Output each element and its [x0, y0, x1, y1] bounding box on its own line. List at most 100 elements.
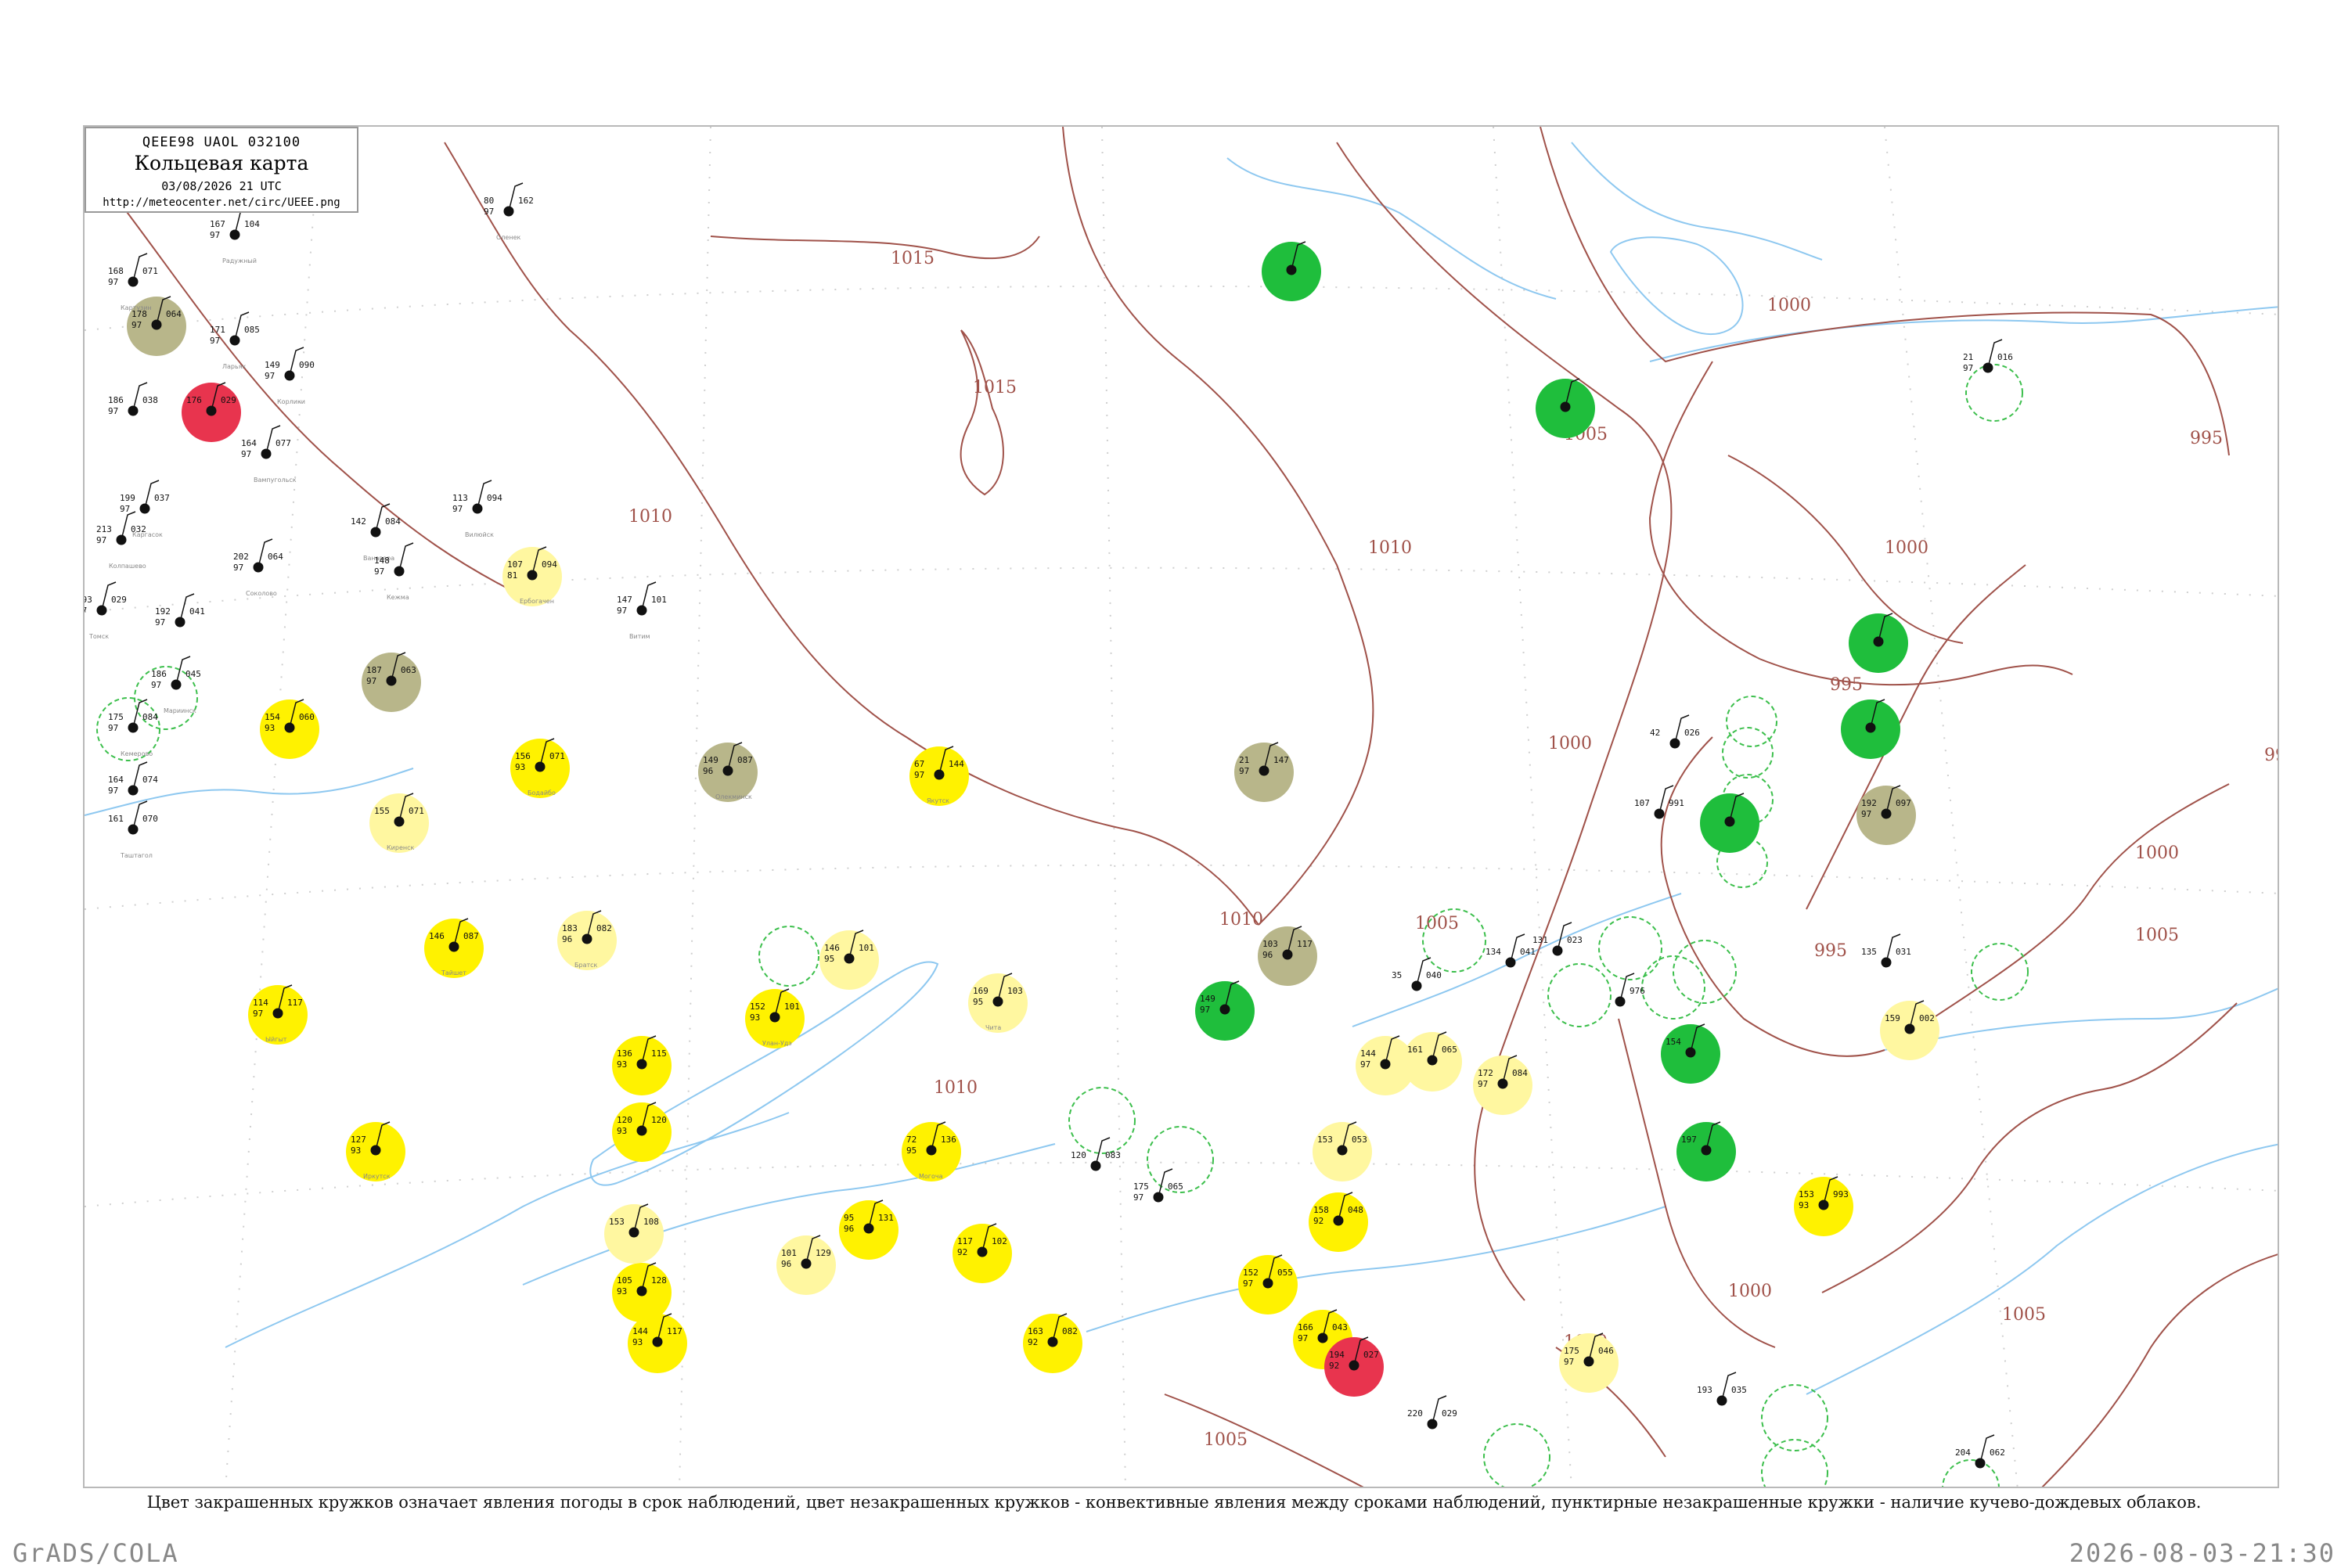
weather-station[interactable]: 10781 094 Ербогачен: [502, 546, 562, 606]
weather-station[interactable]: 15393 993: [1794, 1176, 1853, 1236]
legend-url[interactable]: http://meteocenter.net/circ/UEEE.png: [86, 196, 357, 209]
isobar-label: 995: [1814, 941, 1847, 961]
weather-station[interactable]: 142 084Ванавара: [351, 503, 401, 562]
weather-station[interactable]: [1841, 699, 1900, 759]
map-canvas[interactable]: 1015 1015 1010 1010 1010 1010 1005 1005 1005 1005…: [85, 127, 2279, 1488]
weather-station[interactable]: 107 991: [1634, 785, 1684, 819]
weather-station[interactable]: 10196 129: [776, 1235, 836, 1295]
station-dewpoint: 96: [562, 934, 572, 944]
station-name: Вампугольск: [254, 477, 297, 484]
station-name: Ыйгыт: [265, 1036, 287, 1043]
weather-station[interactable]: 11792 102: [953, 1223, 1012, 1283]
weather-station[interactable]: 153 053: [1313, 1121, 1372, 1181]
weather-station[interactable]: [1700, 793, 1759, 853]
weather-station[interactable]: 16497 074: [108, 761, 158, 796]
weather-station[interactable]: 14997 090 Корлики: [265, 347, 315, 405]
weather-station[interactable]: 15693 071 Бодайбо: [510, 738, 570, 798]
weather-station[interactable]: 7295 136 Могоча: [902, 1121, 961, 1181]
weather-station[interactable]: 159 002: [1880, 1000, 1939, 1060]
weather-station[interactable]: 16392 082: [1023, 1313, 1082, 1373]
weather-station[interactable]: 134 041: [1486, 933, 1536, 968]
weather-station[interactable]: 18697 038: [108, 382, 158, 416]
weather-station[interactable]: 161 065: [1403, 1031, 1462, 1091]
weather-station[interactable]: 220 029: [1407, 1395, 1457, 1430]
weather-station[interactable]: 11497 117 Ыйгыт: [248, 984, 308, 1045]
weather-station[interactable]: 11397 094 Вилюйск: [452, 480, 502, 538]
weather-station[interactable]: 18697 045 Мариинск: [151, 656, 201, 714]
weather-station[interactable]: 12093120: [612, 1102, 672, 1162]
station-dewpoint: 97: [617, 606, 627, 616]
weather-station[interactable]: 14797 101 Витим: [617, 581, 667, 640]
station-pressure: 071: [409, 806, 424, 816]
station-dewpoint: 97: [96, 535, 106, 545]
isobar-label: 1010: [628, 507, 672, 527]
weather-station[interactable]: 12793 Иркутск: [346, 1121, 405, 1181]
weather-station[interactable]: 19297 041: [155, 593, 205, 628]
weather-station[interactable]: 35 040: [1392, 957, 1442, 991]
weather-station[interactable]: 155 071 Киренск: [369, 793, 429, 853]
weather-station[interactable]: 13693 115: [612, 1035, 672, 1095]
weather-station[interactable]: 153 108: [604, 1203, 664, 1264]
weather-station[interactable]: [1536, 378, 1595, 438]
weather-station[interactable]: 10396 117: [1258, 926, 1317, 986]
weather-station[interactable]: 8097 162 Оленек: [484, 182, 534, 241]
weather-station[interactable]: 10593 128: [612, 1262, 672, 1322]
weather-station[interactable]: 17197 085 Ларьяк: [210, 311, 260, 370]
station-pressure: 026: [1684, 728, 1700, 738]
weather-station[interactable]: 15892 048: [1309, 1192, 1368, 1252]
weather-station[interactable]: 14695 101: [819, 930, 879, 990]
station-dewpoint: 92: [1329, 1361, 1339, 1371]
weather-station[interactable]: 18396 082 Братск: [557, 910, 617, 970]
isobar-label: 1005: [2135, 926, 2179, 945]
weather-station[interactable]: 19297 097: [1856, 785, 1916, 845]
station-temperature: 127: [351, 1135, 366, 1145]
weather-station[interactable]: 17597 046: [1559, 1332, 1619, 1393]
station-pressure: 037: [154, 493, 170, 503]
weather-station[interactable]: 16995 103 Чита: [968, 973, 1028, 1033]
weather-station[interactable]: 193 035: [1697, 1372, 1747, 1406]
weather-station[interactable]: 42 026: [1650, 714, 1700, 749]
station-temperature: 158: [1313, 1205, 1329, 1215]
weather-station[interactable]: 146 087 Тайшет: [424, 918, 484, 978]
weather-station[interactable]: 976: [1615, 973, 1645, 1007]
weather-station[interactable]: 161 070 Таштагол: [108, 800, 158, 859]
weather-station[interactable]: 17597 065: [1133, 1168, 1183, 1203]
station-pressure: 136: [941, 1135, 956, 1145]
weather-station[interactable]: 15293 101 Улан-Удэ: [745, 988, 805, 1048]
weather-station[interactable]: 14997: [1195, 980, 1255, 1041]
weather-station[interactable]: 2197 016: [1963, 339, 2013, 373]
station-temperature: 153: [1799, 1189, 1814, 1199]
station-dewpoint: 93: [265, 723, 275, 733]
station-pressure: 128: [651, 1275, 667, 1286]
weather-station[interactable]: 204 062: [1955, 1434, 2005, 1469]
weather-station[interactable]: 15297 055: [1238, 1254, 1298, 1314]
weather-station[interactable]: 20297 064 Соколово: [233, 538, 283, 597]
weather-station[interactable]: 19492 027: [1324, 1336, 1384, 1397]
weather-station[interactable]: [1262, 241, 1321, 301]
weather-station[interactable]: 9596 131: [839, 1199, 899, 1260]
weather-station[interactable]: 21397 032 Колпашево: [96, 511, 146, 570]
weather-station[interactable]: 15493 060: [260, 699, 319, 759]
weather-station[interactable]: 6797 144 Якутск: [909, 746, 969, 806]
weather-station[interactable]: 176 029: [182, 382, 241, 442]
station-temperature: 167: [210, 219, 225, 229]
weather-station[interactable]: 2197 147: [1234, 742, 1294, 802]
station-pressure: 101: [784, 1002, 800, 1012]
weather-station[interactable]: 16797 104 Радужный: [210, 206, 260, 264]
map-frame[interactable]: 1015 1015 1010 1010 1010 1010 1005 1005 1005 1005…: [83, 125, 2279, 1488]
weather-station[interactable]: 17297 084: [1473, 1055, 1532, 1115]
weather-station[interactable]: 19397 029 Томск: [85, 581, 127, 640]
station-name: Иркутск: [363, 1173, 391, 1180]
weather-station[interactable]: [1849, 613, 1908, 673]
weather-station[interactable]: 14996 087 Олекминск: [698, 742, 758, 802]
weather-station[interactable]: 154: [1661, 1023, 1720, 1084]
weather-station[interactable]: 197: [1676, 1121, 1736, 1181]
station-temperature: 95: [844, 1213, 854, 1223]
station-temperature: 146: [429, 931, 445, 941]
weather-station[interactable]: 14897 Кежма: [374, 542, 414, 601]
weather-station[interactable]: 135 031: [1861, 933, 1911, 968]
weather-station[interactable]: 18797 063: [362, 652, 421, 712]
station-pressure: 090: [299, 360, 315, 370]
weather-station[interactable]: 14493 117: [628, 1313, 687, 1373]
weather-station[interactable]: 16497 077 Вампугольск: [241, 425, 297, 484]
